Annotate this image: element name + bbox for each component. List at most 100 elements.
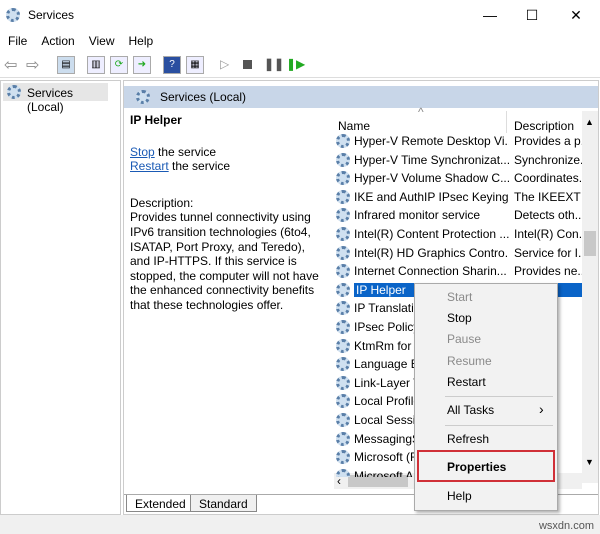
stop-link[interactable]: Stop: [130, 145, 155, 159]
service-gear-icon: [336, 282, 350, 297]
back-icon[interactable]: ⇦: [4, 55, 17, 75]
close-button[interactable]: ✕: [556, 4, 596, 26]
status-bar: wsxdn.com: [0, 515, 600, 534]
menu-item-stop[interactable]: Stop: [447, 311, 472, 325]
service-row[interactable]: IKE and AuthIP IPsec Keying... The IKEEXT…: [334, 188, 582, 206]
menu-item-help[interactable]: Help: [447, 489, 472, 503]
service-name: IKE and AuthIP IPsec Keying...: [354, 189, 509, 204]
menu-item-start[interactable]: Start: [447, 290, 472, 304]
service-name: Internet Connection Sharin...: [354, 264, 507, 279]
pane-header: Services (Local): [124, 86, 598, 108]
hscroll-thumb[interactable]: [348, 475, 408, 487]
service-row[interactable]: Internet Connection Sharin... Provides ne…: [334, 262, 582, 280]
service-gear-icon: [336, 320, 350, 334]
restart-service-icon[interactable]: ❚▶: [286, 57, 305, 71]
service-description: The IKEEXT ...: [514, 189, 582, 204]
service-gear-icon: [336, 189, 350, 204]
column-name[interactable]: Name: [338, 119, 370, 133]
service-description: Provides ne...: [514, 264, 582, 279]
service-gear-icon: [336, 152, 350, 167]
export-list-icon[interactable]: ➜: [133, 56, 151, 74]
stop-service-icon[interactable]: [243, 60, 252, 69]
service-description: Provides a p...: [514, 134, 582, 148]
menu-item-pause[interactable]: Pause: [447, 332, 481, 346]
services-icon: [136, 90, 150, 104]
pane-title: Services (Local): [160, 90, 247, 104]
tree-item-label: Services (Local): [27, 86, 74, 114]
stop-text: the service: [154, 144, 217, 159]
description-text: Provides tunnel connectivity using IPv6 …: [130, 210, 319, 312]
menu-item-properties[interactable]: Properties: [447, 460, 506, 474]
service-row[interactable]: Hyper-V Remote Desktop Vi... Provides a p…: [334, 132, 582, 150]
tab-standard[interactable]: Standard: [190, 495, 257, 512]
services-icon: [7, 85, 21, 99]
minimize-button[interactable]: —: [470, 4, 510, 26]
menu-view[interactable]: View: [81, 30, 121, 48]
context-menu: Start Stop Pause Resume Restart All Task…: [414, 283, 558, 511]
service-gear-icon: [336, 431, 350, 446]
service-name: Hyper-V Remote Desktop Vi...: [354, 134, 509, 148]
properties-icon[interactable]: ▥: [87, 56, 105, 74]
window-title: Services: [28, 8, 75, 22]
menu-separator: [445, 425, 553, 426]
service-name: IP Helper: [130, 113, 182, 127]
menu-help[interactable]: Help: [121, 30, 160, 48]
vertical-scrollbar[interactable]: ▲ ▼: [582, 111, 598, 483]
menu-item-all-tasks[interactable]: All Tasks: [447, 403, 494, 417]
menu-item-resume[interactable]: Resume: [447, 354, 492, 368]
service-gear-icon: [336, 134, 350, 148]
column-divider[interactable]: [506, 111, 507, 133]
service-gear-icon: [336, 375, 350, 390]
refresh-icon[interactable]: ⟳: [110, 56, 128, 74]
menu-file[interactable]: File: [0, 30, 33, 48]
scroll-up-icon[interactable]: ▲: [585, 117, 594, 127]
restart-link[interactable]: Restart: [130, 159, 169, 173]
help-icon[interactable]: ?: [163, 56, 181, 74]
service-description: Service for I...: [514, 245, 582, 260]
service-row[interactable]: Infrared monitor service Detects oth...: [334, 206, 582, 224]
sort-up-icon: ^: [418, 105, 424, 119]
watermark: wsxdn.com: [538, 520, 594, 532]
service-gear-icon: [336, 450, 350, 465]
maximize-button[interactable]: ☐: [512, 4, 552, 26]
toolbar: ⇦ ⇨ ▤ ▥ ⟳ ➜ ? ▦ ▷ ❚❚ ❚▶: [0, 52, 600, 78]
menu-bar: File Action View Help: [0, 30, 600, 52]
tree-item-services-local[interactable]: Services (Local): [3, 83, 108, 114]
service-gear-icon: [336, 245, 350, 260]
service-gear-icon: [336, 413, 350, 427]
description-label: Description:: [130, 195, 194, 210]
scroll-thumb[interactable]: [584, 231, 596, 256]
service-gear-icon: [336, 357, 350, 372]
menu-separator: [445, 396, 553, 397]
pause-service-icon[interactable]: ❚❚: [264, 57, 284, 71]
restart-text: the service: [168, 159, 231, 174]
submenu-arrow-icon: ›: [539, 401, 544, 417]
forward-icon[interactable]: ⇨: [26, 55, 39, 75]
service-description: Coordinates...: [514, 171, 582, 186]
column-description[interactable]: Description: [514, 119, 574, 133]
title-bar: Services — ☐ ✕: [0, 0, 600, 30]
service-description: Synchronize...: [514, 152, 582, 167]
service-gear-icon: [336, 264, 350, 279]
service-gear-icon: [336, 301, 350, 316]
service-row[interactable]: Hyper-V Volume Shadow C... Coordinates...: [334, 169, 582, 187]
services-app-icon: [6, 8, 20, 22]
menu-action[interactable]: Action: [33, 30, 80, 48]
service-gear-icon: [336, 468, 350, 477]
service-name: Infrared monitor service: [354, 208, 481, 223]
service-gear-icon: [336, 338, 350, 353]
action-pane-icon[interactable]: ▦: [186, 56, 204, 74]
show-tree-icon[interactable]: ▤: [57, 56, 75, 74]
service-description: Detects oth...: [514, 208, 582, 223]
tab-extended[interactable]: Extended: [126, 495, 195, 512]
service-row[interactable]: Intel(R) Content Protection ... Intel(R) …: [334, 225, 582, 243]
scroll-down-icon[interactable]: ▼: [585, 457, 594, 467]
service-gear-icon: [336, 208, 350, 223]
start-service-icon[interactable]: ▷: [220, 57, 229, 71]
menu-item-refresh[interactable]: Refresh: [447, 432, 489, 446]
service-name: Intel(R) HD Graphics Contro...: [354, 245, 509, 260]
menu-item-restart[interactable]: Restart: [447, 375, 486, 389]
service-gear-icon: [336, 171, 350, 186]
service-row[interactable]: Hyper-V Time Synchronizat... Synchronize.…: [334, 151, 582, 169]
service-row[interactable]: Intel(R) HD Graphics Contro... Service fo…: [334, 244, 582, 262]
